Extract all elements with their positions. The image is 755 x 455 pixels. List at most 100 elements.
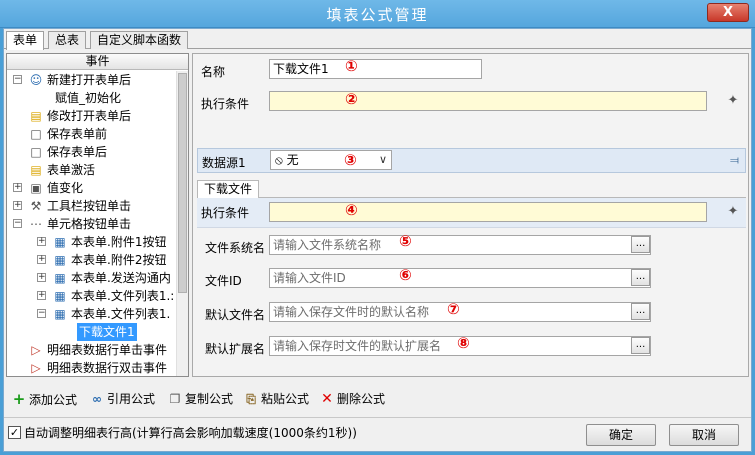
expand-icon[interactable]: +: [37, 291, 46, 300]
magic-wand-icon[interactable]: ✦: [725, 204, 741, 220]
tree-node-label: 明细表数据行双击事件: [47, 361, 168, 375]
add-formula-button[interactable]: + 添加公式: [12, 389, 77, 409]
sub-condition-row: 执行条件 ④ ✦: [197, 198, 746, 228]
top-tabs: 表单 总表 自定义脚本函数: [4, 29, 751, 50]
event-tree-panel: 事件 − ☺ 新建打开表单后 赋值_初始化 ▤ 修改打开表单后 □ 保存表单前 …: [6, 53, 189, 377]
collapse-icon[interactable]: −: [13, 75, 22, 84]
expand-icon[interactable]: +: [13, 201, 22, 210]
tree-node[interactable]: ▤ 修改打开表单后: [7, 107, 177, 125]
close-button[interactable]: X: [707, 3, 749, 22]
tool-icon: ⚒: [30, 199, 42, 213]
marker-7: ⑦: [447, 300, 460, 318]
tree-node-label: 本表单.文件列表1.: [71, 307, 171, 321]
fileid-input[interactable]: 请输入文件ID: [269, 268, 651, 288]
fileid-label: 文件ID: [205, 274, 242, 288]
tree-node[interactable]: □ 保存表单前: [7, 125, 177, 143]
tab-summary[interactable]: 总表: [48, 31, 87, 49]
marker-8: ⑧: [457, 334, 470, 352]
ok-button[interactable]: 确定: [586, 424, 656, 446]
table-icon: ▦: [54, 271, 66, 285]
tree-node[interactable]: 赋值_初始化: [7, 89, 177, 107]
tab-custom-script[interactable]: 自定义脚本函数: [90, 31, 189, 49]
copy-formula-label: 复制公式: [185, 392, 234, 406]
sub-condition-input[interactable]: [269, 202, 707, 222]
tree-node[interactable]: − ▦ 本表单.文件列表1.: [7, 305, 177, 323]
tree-node-label: 工具栏按钮单击: [47, 199, 132, 213]
folder-icon: ▤: [30, 109, 42, 123]
tree-header: 事件: [7, 54, 188, 70]
datasource-select[interactable]: ⦸ 无 ∨: [270, 150, 392, 170]
datasource-value: 无: [286, 153, 299, 167]
marker-4: ④: [345, 201, 358, 219]
name-label: 名称: [201, 65, 226, 79]
condition-input[interactable]: [269, 91, 707, 111]
tree-node-label: 明细表数据行单击事件: [47, 343, 168, 357]
tree-node-label: 新建打开表单后: [47, 73, 132, 87]
cancel-button[interactable]: 取消: [669, 424, 739, 446]
collapse-icon[interactable]: −: [37, 309, 46, 318]
table-icon: ▦: [54, 307, 66, 321]
name-input[interactable]: 下载文件1: [269, 59, 482, 79]
default-filename-browse-button[interactable]: ...: [631, 303, 650, 320]
tree-node-label: 值变化: [47, 181, 84, 195]
dialog-body: 表单 总表 自定义脚本函数 事件 − ☺ 新建打开表单后 赋值_初始化 ▤ 修改…: [3, 28, 752, 452]
tree-node[interactable]: ▤ 表单激活: [7, 161, 177, 179]
tab-form[interactable]: 表单: [6, 31, 45, 50]
scrollbar-thumb[interactable]: [178, 73, 187, 293]
autofit-checkbox[interactable]: ✓: [8, 426, 21, 439]
folder-icon: ▤: [30, 163, 42, 177]
tree-node-selected[interactable]: 下载文件1: [7, 323, 177, 341]
tree-node[interactable]: − ⋯ 单元格按钮单击: [7, 215, 177, 233]
default-filename-input[interactable]: 请输入保存文件时的默认名称: [269, 302, 651, 322]
expand-icon[interactable]: +: [37, 237, 46, 246]
flag-icon: ▷: [31, 361, 41, 375]
tree-node[interactable]: + ▦ 本表单.文件列表1.:: [7, 287, 177, 305]
person-add-icon: ☺: [29, 73, 43, 87]
paste-formula-label: 粘贴公式: [261, 392, 310, 406]
doc-icon: □: [30, 145, 42, 159]
tree-node-label: 保存表单前: [47, 127, 108, 141]
event-tree: − ☺ 新建打开表单后 赋值_初始化 ▤ 修改打开表单后 □ 保存表单前 □ 保…: [7, 71, 177, 376]
tree-node[interactable]: − ☺ 新建打开表单后: [7, 71, 177, 89]
tree-node[interactable]: + ⚒ 工具栏按钮单击: [7, 197, 177, 215]
sub-condition-label: 执行条件: [201, 206, 250, 220]
expand-icon[interactable]: +: [37, 273, 46, 282]
copy-formula-button[interactable]: ❐ 复制公式: [168, 389, 233, 409]
doc-icon: □: [30, 127, 42, 141]
tab-download-file[interactable]: 下载文件: [197, 180, 260, 198]
autofit-label: 自动调整明细表行高(计算行高会影响加载速度(1000条约1秒)): [24, 426, 357, 440]
ref-formula-button[interactable]: ∞ 引用公式: [90, 389, 155, 409]
tree-node[interactable]: ▷ 明细表数据行单击事件: [7, 341, 177, 359]
tree-node[interactable]: + ▦ 本表单.附件2按钮: [7, 251, 177, 269]
tree-node-label: 本表单.文件列表1.:: [71, 289, 175, 303]
tree-scrollbar[interactable]: [176, 71, 188, 376]
expand-icon[interactable]: +: [13, 183, 22, 192]
tree-node-label: 赋值_初始化: [55, 91, 122, 105]
default-filename-label: 默认文件名: [205, 308, 266, 322]
magic-wand-icon[interactable]: ✦: [725, 93, 741, 109]
tree-node[interactable]: □ 保存表单后: [7, 143, 177, 161]
delete-formula-button[interactable]: ✕ 删除公式: [320, 389, 385, 409]
tree-node[interactable]: + ▣ 值变化: [7, 179, 177, 197]
datasource-row: 数据源1 ⦸ 无 ∨ ③ ⫤: [197, 148, 746, 173]
filesystem-browse-button[interactable]: ...: [631, 236, 650, 253]
tree-node-label: 本表单.发送沟通内: [71, 271, 171, 285]
filesystem-input[interactable]: 请输入文件系统名称: [269, 235, 651, 255]
download-file-panel: 执行条件 ④ ✦ 文件系统名 请输入文件系统名称 ... ⑤ 文件ID 请输入文…: [197, 197, 746, 373]
tree-node[interactable]: + ▦ 本表单.发送沟通内: [7, 269, 177, 287]
fileid-browse-button[interactable]: ...: [631, 269, 650, 286]
paste-formula-button[interactable]: ⎘ 粘贴公式: [244, 389, 309, 409]
copy-icon: ❐: [169, 392, 181, 406]
double-chevron-down-icon[interactable]: ⫤: [730, 153, 739, 168]
expand-icon[interactable]: +: [37, 255, 46, 264]
ref-formula-label: 引用公式: [107, 392, 156, 406]
tree-node[interactable]: + ▦ 本表单.附件1按钮: [7, 233, 177, 251]
title-bar: 填表公式管理 X: [0, 0, 755, 28]
collapse-icon[interactable]: −: [13, 219, 22, 228]
tree-node-label: 修改打开表单后: [47, 109, 132, 123]
default-extension-browse-button[interactable]: ...: [631, 337, 650, 354]
tree-node-label: 单元格按钮单击: [47, 217, 132, 231]
value-icon: ▣: [30, 181, 42, 195]
default-extension-label: 默认扩展名: [205, 342, 266, 356]
tree-node[interactable]: ▷ 明细表数据行双击事件: [7, 359, 177, 376]
